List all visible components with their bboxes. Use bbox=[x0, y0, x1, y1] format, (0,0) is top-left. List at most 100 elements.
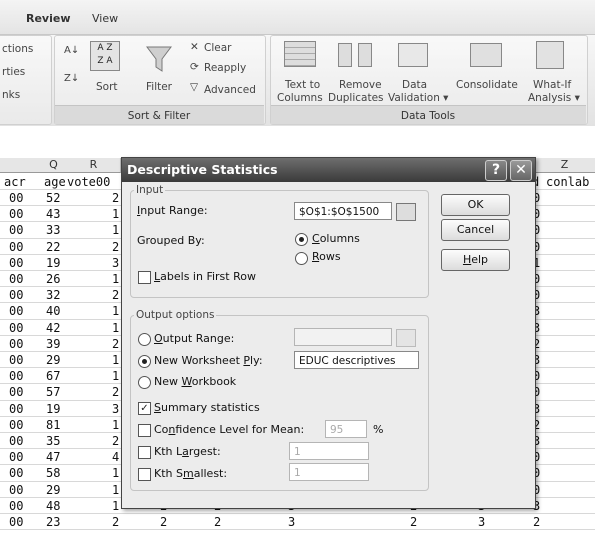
close-button[interactable]: ✕ bbox=[510, 160, 532, 181]
what-if-label-1[interactable]: What-If bbox=[533, 79, 571, 91]
clear-icon: ✕ bbox=[190, 41, 199, 53]
sort-az-icon[interactable]: A↓ bbox=[64, 45, 79, 56]
output-range-radio[interactable] bbox=[138, 333, 151, 346]
cell-age: 48 bbox=[46, 498, 61, 513]
kth-smallest-field[interactable]: 1 bbox=[289, 463, 369, 481]
data-validation-label-1[interactable]: Data bbox=[402, 79, 427, 91]
reapply-icon: ⟳ bbox=[190, 61, 199, 73]
tab-view[interactable]: View bbox=[92, 12, 118, 25]
input-range-picker-icon[interactable] bbox=[396, 203, 416, 221]
descriptive-statistics-dialog: Descriptive Statistics ? ✕ Input Input R… bbox=[121, 157, 536, 509]
reapply-button[interactable]: Reapply bbox=[204, 62, 246, 74]
cell-age: 35 bbox=[46, 434, 61, 448]
cell-age: 57 bbox=[46, 385, 61, 400]
cell-age: 29 bbox=[46, 482, 61, 497]
consolidate-button[interactable]: Consolidate bbox=[456, 79, 518, 91]
columns-radio[interactable] bbox=[295, 233, 308, 246]
text-to-columns-label-2[interactable]: Columns bbox=[277, 92, 323, 104]
output-range-picker-icon[interactable] bbox=[396, 329, 416, 347]
cell-vote: 1 bbox=[112, 304, 120, 319]
cell-age: 58 bbox=[46, 466, 61, 481]
help-button[interactable]: Help bbox=[441, 249, 510, 271]
cell-vote: 1 bbox=[112, 482, 120, 497]
advanced-button[interactable]: Advanced bbox=[204, 84, 256, 96]
cell-age: 52 bbox=[46, 191, 61, 205]
rows-radio[interactable] bbox=[295, 252, 308, 265]
column-header-r[interactable]: R bbox=[67, 158, 121, 173]
cell-vote: 4 bbox=[112, 450, 120, 465]
kth-smallest-checkbox[interactable] bbox=[138, 468, 151, 481]
remove-duplicates-label-1[interactable]: Remove bbox=[339, 79, 382, 91]
cell-right: 2 bbox=[533, 515, 541, 529]
cell-acr: 00 bbox=[9, 353, 24, 367]
cancel-button[interactable]: Cancel bbox=[441, 219, 510, 241]
input-legend: Input bbox=[134, 184, 166, 196]
rows-radio-label: Rows bbox=[312, 250, 341, 263]
cell-vote: 1 bbox=[112, 320, 120, 335]
what-if-label-2[interactable]: Analysis ▾ bbox=[528, 92, 580, 104]
field-name-vote: vote00 bbox=[67, 175, 111, 189]
sort-button[interactable]: Sort bbox=[96, 81, 118, 93]
columns-radio-label: Columns bbox=[312, 232, 360, 245]
data-tools-group-label: Data Tools bbox=[400, 110, 456, 122]
edit-links-button[interactable]: nks bbox=[2, 89, 20, 101]
summary-statistics-checkbox[interactable]: ✓ bbox=[138, 402, 151, 415]
summary-statistics-label: Summary statistics bbox=[154, 401, 260, 414]
cell-extra: 3 bbox=[478, 515, 486, 529]
cell-vote: 2 bbox=[112, 336, 120, 351]
new-worksheet-ply-radio[interactable] bbox=[138, 355, 151, 368]
kth-largest-label: Kth Largest: bbox=[154, 445, 221, 458]
cell-age: 32 bbox=[46, 288, 61, 303]
column-header-blank bbox=[0, 158, 41, 173]
cell-vote: 2 bbox=[112, 288, 120, 303]
cell-acr: 00 bbox=[9, 498, 24, 513]
cell-vote: 2 bbox=[112, 191, 120, 205]
connections-button[interactable]: ctions bbox=[2, 43, 33, 55]
grouped-by-label: Grouped By: bbox=[137, 234, 205, 247]
filter-button[interactable]: Filter bbox=[146, 81, 172, 93]
new-workbook-label: New Workbook bbox=[154, 375, 237, 388]
ribbon: ctions rties nks A↓ Z↓ A ZZ A Sort Filte… bbox=[0, 34, 595, 128]
cell-acr: 00 bbox=[9, 320, 24, 335]
column-header-q[interactable]: Q bbox=[40, 158, 68, 173]
output-range-field[interactable] bbox=[294, 328, 392, 346]
cell-acr: 00 bbox=[9, 223, 24, 238]
columns-radio-dot bbox=[299, 237, 304, 242]
ok-button[interactable]: OK bbox=[441, 194, 510, 216]
data-validation-label-2[interactable]: Validation ▾ bbox=[388, 92, 448, 104]
input-range-field[interactable]: $O$1:$O$1500 bbox=[294, 202, 392, 220]
confidence-level-label: Confidence Level for Mean: bbox=[154, 423, 305, 436]
remove-duplicates-icon bbox=[338, 43, 352, 67]
help-title-button[interactable]: ? bbox=[485, 160, 507, 181]
labels-first-row-checkbox[interactable] bbox=[138, 271, 151, 284]
confidence-level-checkbox[interactable] bbox=[138, 424, 151, 437]
cell-age: 81 bbox=[46, 417, 61, 432]
row-gridline bbox=[0, 513, 595, 514]
remove-duplicates-label-2[interactable]: Duplicates bbox=[328, 92, 384, 104]
new-workbook-radio[interactable] bbox=[138, 376, 151, 389]
cell-vote: 1 bbox=[112, 207, 120, 222]
dialog-title-bar[interactable]: Descriptive Statistics ? ✕ bbox=[122, 158, 535, 182]
ribbon-tab-bar: Review View bbox=[0, 0, 595, 34]
kth-largest-field[interactable]: 1 bbox=[289, 442, 369, 460]
clear-button[interactable]: Clear bbox=[204, 42, 231, 54]
cell-acr: 00 bbox=[9, 207, 24, 222]
cell-vote: 1 bbox=[112, 223, 120, 238]
sort-za-icon[interactable]: Z↓ bbox=[64, 73, 79, 84]
properties-button[interactable]: rties bbox=[2, 66, 25, 78]
cell-acr: 00 bbox=[9, 255, 24, 270]
data-validation-icon bbox=[398, 43, 428, 67]
new-worksheet-ply-field[interactable]: EDUC descriptives bbox=[294, 351, 419, 369]
cell-acr: 00 bbox=[9, 288, 24, 303]
labels-first-row-label: Labels in First Row bbox=[154, 270, 256, 283]
cell-age: 29 bbox=[46, 353, 61, 367]
kth-largest-checkbox[interactable] bbox=[138, 446, 151, 459]
text-to-columns-label-1[interactable]: Text to bbox=[285, 79, 320, 91]
cell-acr: 00 bbox=[9, 482, 24, 497]
column-header-z[interactable]: Z bbox=[534, 158, 595, 173]
kth-smallest-label: Kth Smallest: bbox=[154, 467, 228, 480]
confidence-level-field[interactable]: 95 bbox=[325, 420, 367, 438]
new-worksheet-ply-radio-dot bbox=[142, 359, 147, 364]
advanced-icon: ▽ bbox=[190, 81, 199, 93]
tab-review[interactable]: Review bbox=[26, 12, 71, 25]
